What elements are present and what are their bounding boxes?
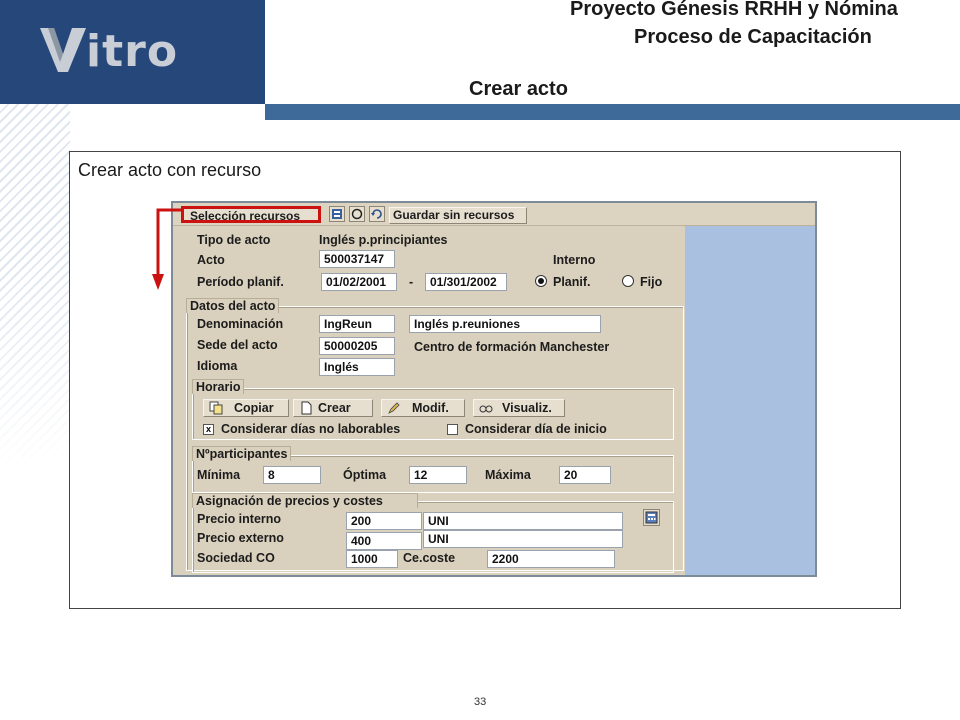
periodo-separator: - — [409, 275, 414, 289]
minima-label: Mínima — [197, 468, 241, 482]
precio-externo-unit-field[interactable]: UNI — [423, 530, 623, 548]
idioma-label: Idioma — [197, 359, 238, 373]
optima-label: Óptima — [343, 468, 387, 482]
denominacion-text-field[interactable]: Inglés p.reuniones — [409, 315, 601, 333]
tipo-de-acto-value: Inglés p.principiantes — [319, 233, 448, 247]
copy-icon — [209, 401, 223, 415]
precio-externo-field[interactable]: 400 — [346, 532, 422, 550]
no-laborables-checkbox[interactable]: x — [203, 424, 214, 435]
glasses-icon — [479, 405, 493, 413]
seleccion-recursos-label: Selección recursos — [190, 209, 301, 223]
vitro-logo-icon — [40, 28, 86, 72]
sede-text: Centro de formación Manchester — [414, 340, 610, 354]
periodo-label: Período planif. — [197, 275, 284, 289]
seleccion-recursos-button[interactable]: Selección recursos — [181, 206, 321, 223]
table-icon[interactable] — [329, 206, 345, 222]
no-laborables-label: Considerar días no laborables — [221, 422, 401, 436]
page-number: 33 — [474, 696, 487, 708]
cecoste-field[interactable]: 2200 — [487, 550, 615, 568]
copiar-label: Copiar — [234, 401, 274, 415]
acto-field[interactable]: 500037147 — [319, 250, 395, 268]
sap-screen: Selección recursos Guardar sin recursos … — [171, 201, 817, 577]
idioma-field[interactable]: Inglés — [319, 358, 395, 376]
horario-title: Horario — [192, 379, 245, 394]
red-arrow-icon — [152, 208, 184, 290]
frame-caption: Crear acto con recurso — [78, 160, 262, 180]
guardar-sin-recursos-button[interactable]: Guardar sin recursos — [389, 207, 527, 224]
process-title: Proceso de Capacitación — [634, 26, 872, 48]
precio-externo-label: Precio externo — [197, 531, 284, 545]
crear-button[interactable]: Crear — [293, 399, 373, 417]
project-title: Proyecto Génesis RRHH y Nómina — [570, 0, 898, 20]
sociedad-co-field[interactable]: 1000 — [346, 550, 398, 568]
sede-label: Sede del acto — [197, 338, 278, 352]
precios-title: Asignación de precios y costes — [192, 493, 418, 508]
participantes-title: Nºparticipantes — [192, 446, 292, 461]
planif-label: Planif. — [553, 275, 591, 289]
minima-field[interactable]: 8 — [263, 466, 321, 484]
sociedad-co-label: Sociedad CO — [197, 551, 275, 565]
precio-interno-field[interactable]: 200 — [346, 512, 422, 530]
dia-inicio-label: Considerar día de inicio — [465, 422, 607, 436]
decorative-stripes — [0, 104, 70, 504]
periodo-from-field[interactable]: 01/02/2001 — [321, 273, 397, 291]
calculator-icon[interactable] — [643, 509, 660, 526]
fijo-label: Fijo — [640, 275, 663, 289]
crear-label: Crear — [318, 401, 351, 415]
interno-label: Interno — [553, 253, 596, 267]
guardar-sin-recursos-label: Guardar sin recursos — [393, 208, 515, 222]
acto-label: Acto — [197, 253, 225, 267]
denominacion-field[interactable]: IngReun — [319, 315, 395, 333]
dia-inicio-checkbox[interactable] — [447, 424, 458, 435]
header-bar — [265, 104, 960, 120]
optima-field[interactable]: 12 — [409, 466, 467, 484]
precio-interno-label: Precio interno — [197, 512, 282, 526]
sede-field[interactable]: 50000205 — [319, 337, 395, 355]
maxima-field[interactable]: 20 — [559, 466, 611, 484]
slide-title: Crear acto — [469, 78, 568, 100]
tipo-de-acto-label: Tipo de acto — [197, 233, 271, 247]
visualiz-label: Visualiz. — [502, 401, 552, 415]
circle-icon[interactable] — [349, 206, 365, 222]
modif-label: Modif. — [412, 401, 449, 415]
planif-radio[interactable] — [535, 275, 547, 287]
refresh-icon[interactable] — [369, 206, 385, 222]
logo-panel: itro — [0, 0, 265, 104]
pencil-icon — [388, 402, 400, 414]
copiar-button[interactable]: Copiar — [203, 399, 289, 417]
datos-del-acto-title: Datos del acto — [186, 298, 280, 313]
visualiz-button[interactable]: Visualiz. — [473, 399, 565, 417]
fijo-radio[interactable] — [622, 275, 634, 287]
denominacion-label: Denominación — [197, 317, 284, 331]
modif-button[interactable]: Modif. — [381, 399, 465, 417]
new-document-icon — [301, 401, 312, 415]
sap-toolbar: Selección recursos Guardar sin recursos — [173, 203, 815, 226]
logo-text: itro — [86, 26, 179, 77]
periodo-to-field[interactable]: 01/301/2002 — [425, 273, 507, 291]
precio-interno-unit-field[interactable]: UNI — [423, 512, 623, 530]
maxima-label: Máxima — [485, 468, 531, 482]
cecoste-label: Ce.coste — [403, 551, 456, 565]
